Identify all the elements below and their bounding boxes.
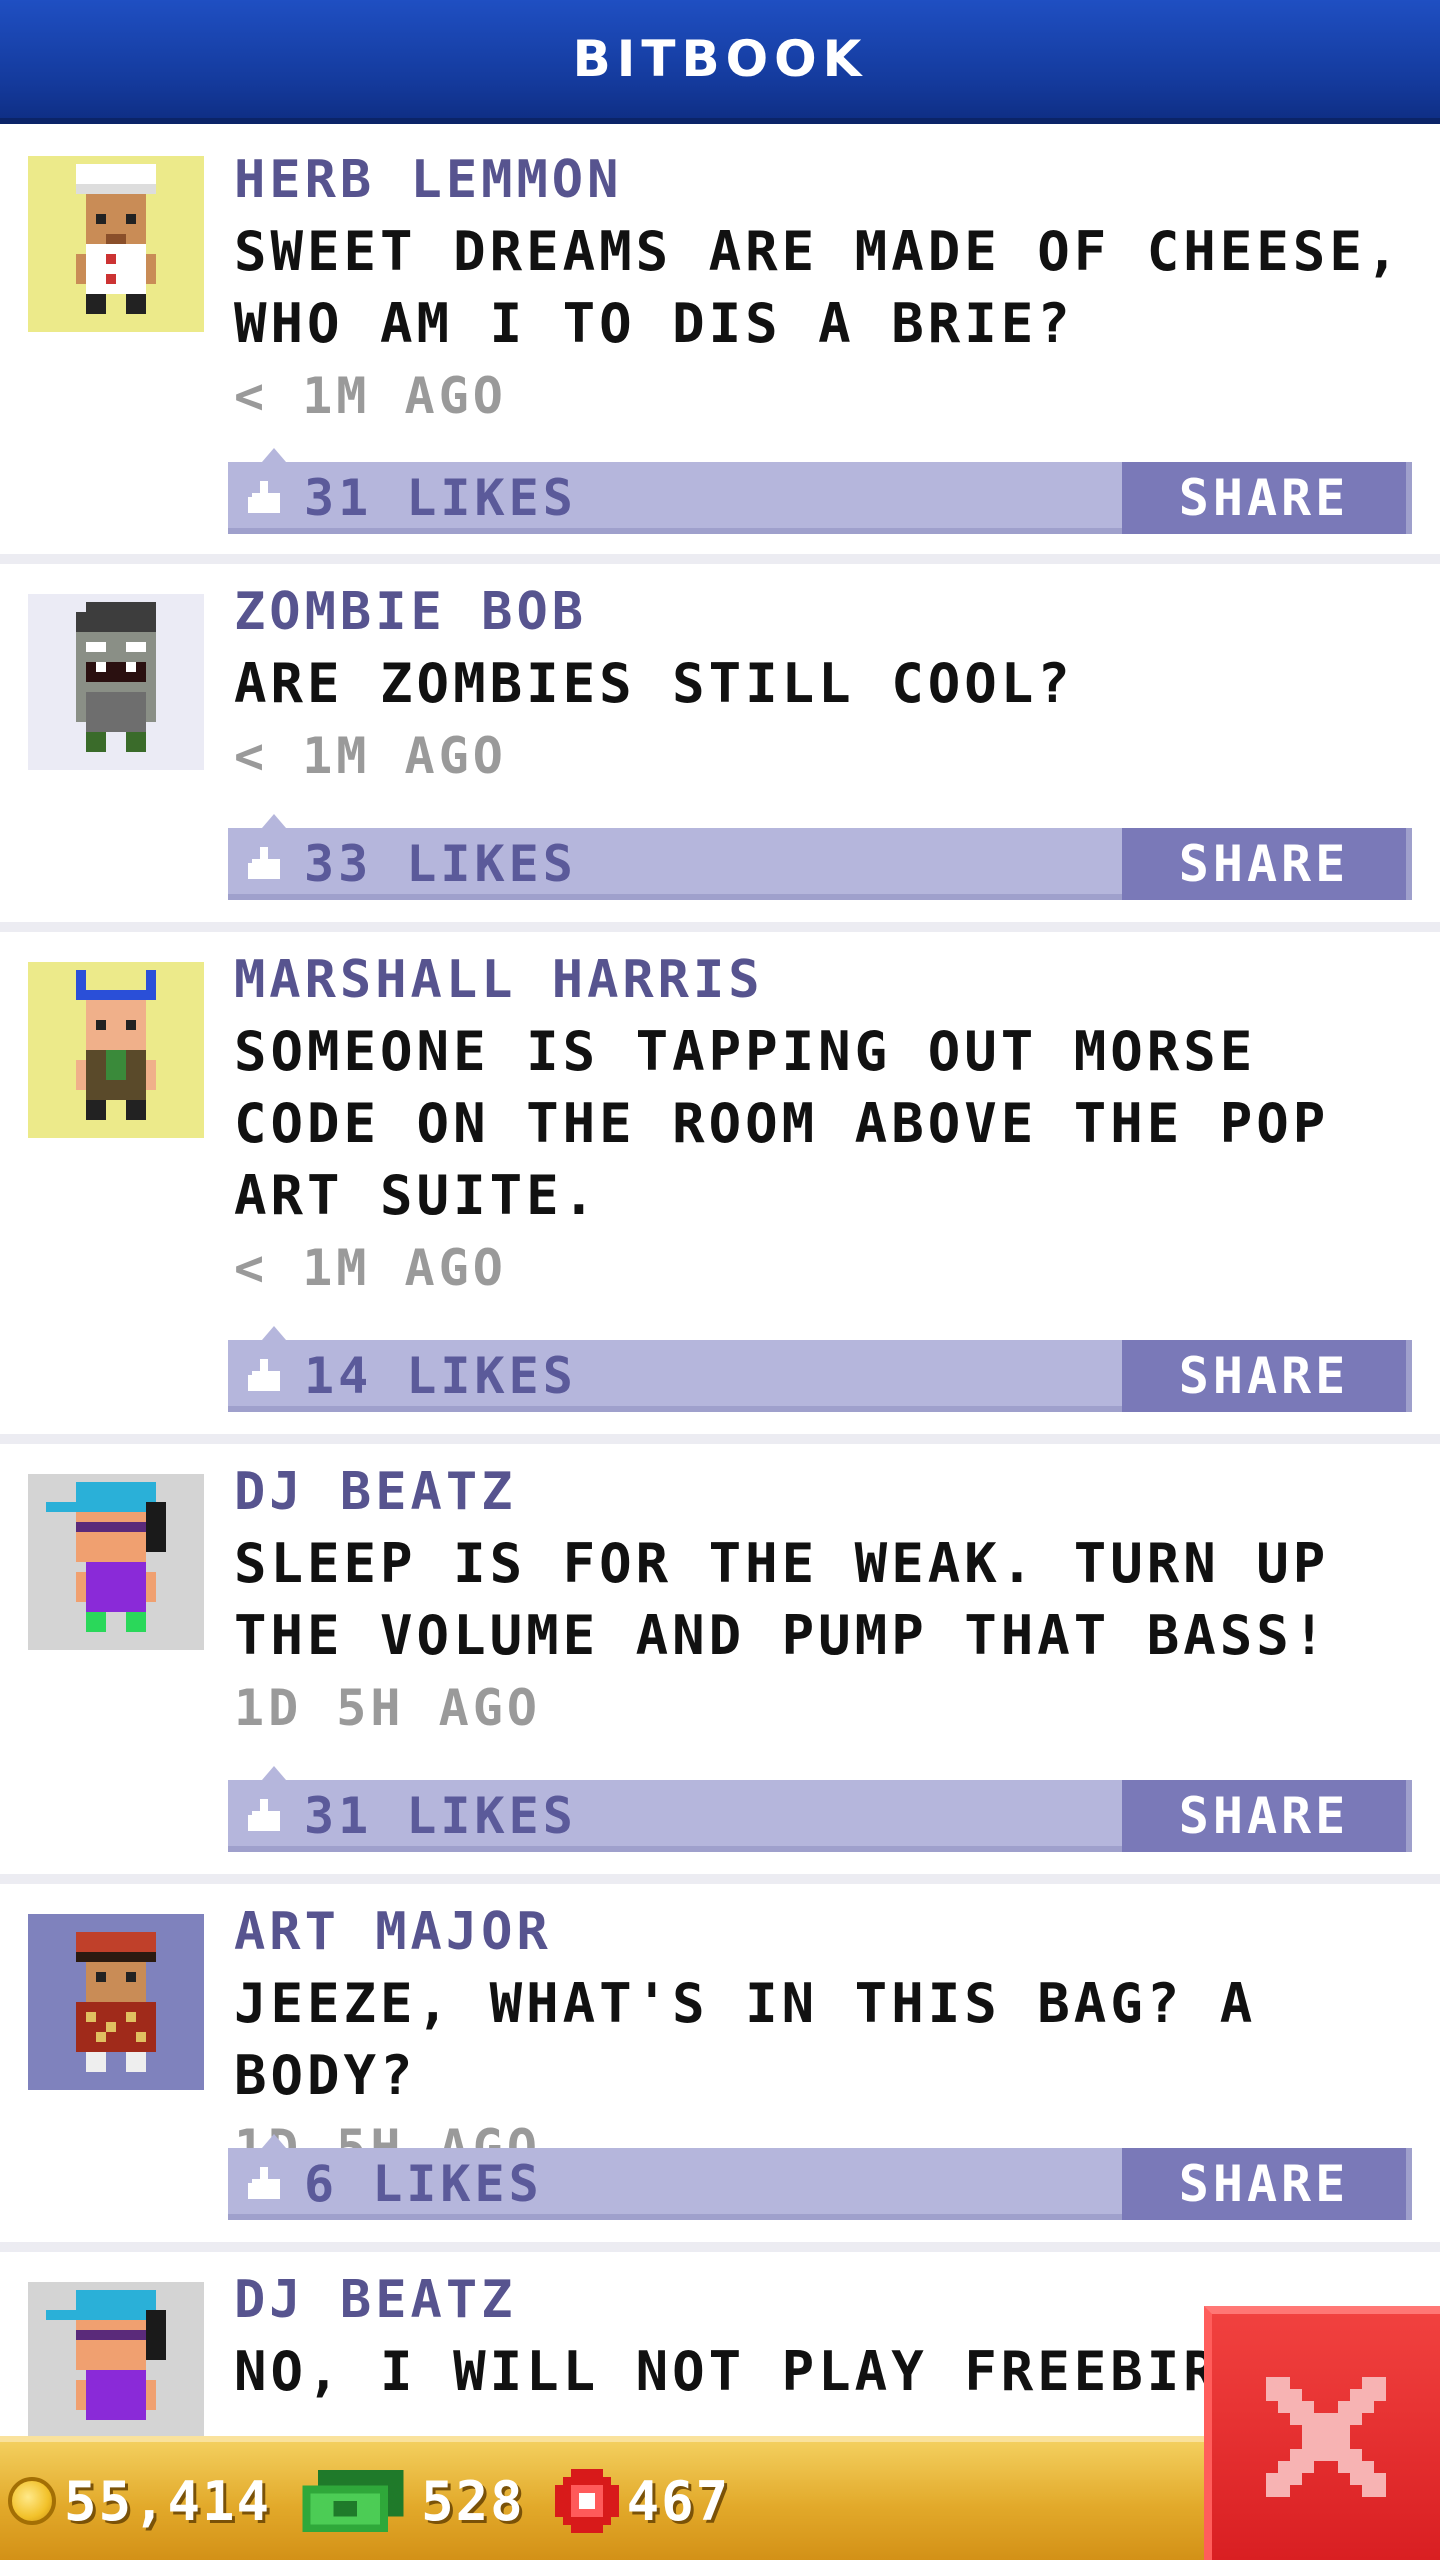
like-bar[interactable]: 33 LIKES SHARE	[228, 814, 1412, 900]
dj-avatar-icon	[46, 1482, 166, 1632]
share-button[interactable]: SHARE	[1122, 1340, 1412, 1412]
share-button[interactable]: SHARE	[1122, 828, 1412, 900]
post-message: SWEET DREAMS ARE MADE OF CHEESE, WHO AM …	[234, 220, 1403, 355]
like-bar[interactable]: 14 LIKES SHARE	[228, 1326, 1412, 1412]
thumbs-up-icon	[248, 2167, 280, 2199]
cash-value: 528	[421, 2469, 525, 2533]
avatar[interactable]	[28, 594, 204, 770]
close-icon	[1266, 2377, 1386, 2497]
post-content: ART MAJOR JEEZE, WHAT'S IN THIS BAG? A B…	[234, 1896, 1410, 2184]
post-message: JEEZE, WHAT'S IN THIS BAG? A BODY?	[234, 1972, 1257, 2107]
marshall-avatar-icon	[76, 970, 156, 1120]
page-title: BITBOOK	[572, 30, 868, 88]
divider	[0, 922, 1440, 932]
bux-value: 467	[626, 2469, 731, 2533]
avatar[interactable]	[28, 1914, 204, 2090]
post-time: 1D 5H AGO	[234, 1679, 541, 1737]
post-author[interactable]: DJ BEATZ	[234, 1456, 1410, 1528]
coins-stat[interactable]: 55,414	[8, 2470, 271, 2533]
like-count: 14 LIKES	[304, 1347, 577, 1405]
bux-stat[interactable]: 467	[554, 2469, 731, 2533]
avatar[interactable]	[28, 2282, 204, 2436]
post-author[interactable]: HERB LEMMON	[234, 144, 1410, 216]
chef-avatar-icon	[76, 164, 156, 314]
post-content: MARSHALL HARRIS SOMEONE IS TAPPING OUT M…	[234, 944, 1410, 1304]
post-author[interactable]: ZOMBIE BOB	[234, 576, 1410, 648]
dj-avatar-icon	[46, 2290, 166, 2420]
divider	[0, 2242, 1440, 2252]
avatar[interactable]	[28, 1474, 204, 1650]
post-content: DJ BEATZ SLEEP IS FOR THE WEAK. TURN UP …	[234, 1456, 1410, 1744]
like-bar[interactable]: 31 LIKES SHARE	[228, 1766, 1412, 1852]
coins-value: 55,414	[64, 2469, 272, 2533]
divider	[0, 1874, 1440, 1884]
post-time: < 1M AGO	[234, 367, 507, 425]
post-author[interactable]: MARSHALL HARRIS	[234, 944, 1410, 1016]
feed-post: ART MAJOR JEEZE, WHAT'S IN THIS BAG? A B…	[0, 1884, 1440, 2252]
post-message: SLEEP IS FOR THE WEAK. TURN UP THE VOLUM…	[234, 1532, 1330, 1667]
divider	[0, 1434, 1440, 1444]
feed[interactable]: HERB LEMMON SWEET DREAMS ARE MADE OF CHE…	[0, 124, 1440, 2436]
post-content: ZOMBIE BOB ARE ZOMBIES STILL COOL? < 1M …	[234, 576, 1410, 792]
thumbs-up-icon	[248, 1359, 280, 1391]
feed-post: HERB LEMMON SWEET DREAMS ARE MADE OF CHE…	[0, 124, 1440, 564]
post-author[interactable]: ART MAJOR	[234, 1896, 1410, 1968]
share-button[interactable]: SHARE	[1122, 2148, 1412, 2220]
feed-post: ZOMBIE BOB ARE ZOMBIES STILL COOL? < 1M …	[0, 564, 1440, 932]
post-time: < 1M AGO	[234, 727, 507, 785]
post-message: ARE ZOMBIES STILL COOL?	[234, 652, 1074, 715]
thumbs-up-icon	[248, 481, 280, 513]
like-bar[interactable]: 6 LIKES SHARE	[228, 2134, 1412, 2220]
divider	[0, 554, 1440, 564]
avatar[interactable]	[28, 962, 204, 1138]
art-major-avatar-icon	[76, 1932, 156, 2072]
feed-post: MARSHALL HARRIS SOMEONE IS TAPPING OUT M…	[0, 932, 1440, 1444]
coin-icon	[8, 2477, 56, 2525]
cash-icon	[302, 2470, 404, 2532]
thumbs-up-icon	[248, 1799, 280, 1831]
share-button[interactable]: SHARE	[1122, 462, 1412, 534]
like-count: 33 LIKES	[304, 835, 577, 893]
bux-icon	[554, 2469, 619, 2533]
like-count: 6 LIKES	[304, 2155, 543, 2213]
zombie-avatar-icon	[76, 602, 156, 752]
post-message: SOMEONE IS TAPPING OUT MORSE CODE ON THE…	[234, 1020, 1330, 1227]
thumbs-up-icon	[248, 847, 280, 879]
post-content: HERB LEMMON SWEET DREAMS ARE MADE OF CHE…	[234, 144, 1410, 432]
avatar[interactable]	[28, 156, 204, 332]
cash-stat[interactable]: 528	[301, 2470, 525, 2533]
app-header: BITBOOK	[0, 0, 1440, 124]
like-count: 31 LIKES	[304, 469, 577, 527]
like-bar[interactable]: 31 LIKES SHARE	[228, 448, 1412, 534]
post-time: < 1M AGO	[234, 1239, 507, 1297]
feed-post: DJ BEATZ SLEEP IS FOR THE WEAK. TURN UP …	[0, 1444, 1440, 1884]
like-count: 31 LIKES	[304, 1787, 577, 1845]
share-button[interactable]: SHARE	[1122, 1780, 1412, 1852]
close-button[interactable]	[1204, 2306, 1440, 2560]
